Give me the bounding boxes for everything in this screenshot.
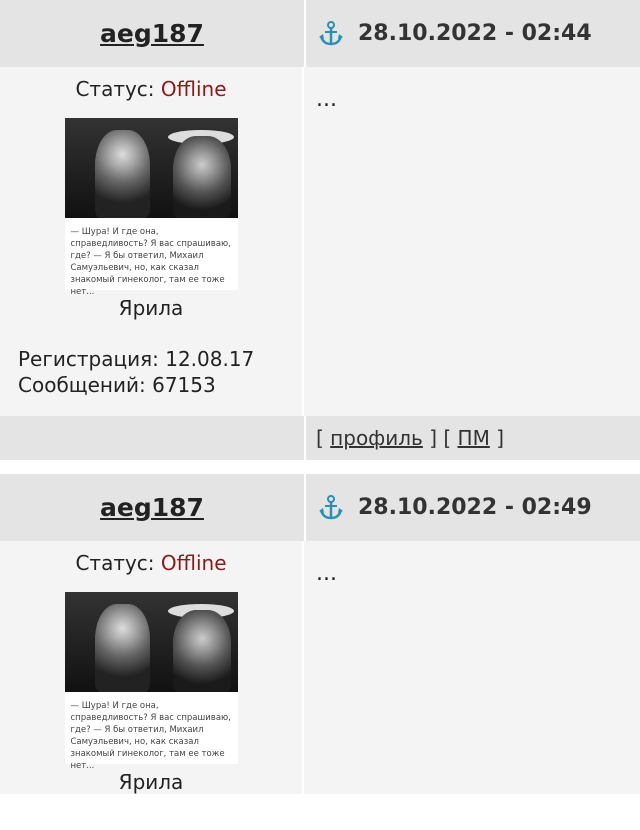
anchor-icon[interactable] <box>318 494 344 521</box>
pm-link[interactable]: ПМ <box>458 426 490 450</box>
post-date: 28.10.2022 - 02:44 <box>358 21 592 46</box>
registration-row: Регистрация: 12.08.17 <box>18 346 302 372</box>
user-status: Статус: Offline <box>18 77 302 101</box>
avatar-photo <box>64 118 238 218</box>
post-header: aeg187 28.10.2022 - 02:44 <box>0 0 640 67</box>
avatar: — Шура! И где она, справедливость? Я вас… <box>64 592 238 771</box>
post-body: Статус: Offline — Шура! И где она, справ… <box>0 67 640 416</box>
post-footer: [ профиль ] [ ПМ ] <box>0 416 640 460</box>
user-info: Статус: Offline — Шура! И где она, справ… <box>0 67 304 416</box>
registration-value: 12.08.17 <box>165 347 255 371</box>
user-info: Статус: Offline — Шура! И где она, справ… <box>0 541 304 794</box>
author-cell: aeg187 <box>0 0 306 67</box>
status-label: Статус: <box>75 551 155 575</box>
author-link[interactable]: aeg187 <box>100 493 204 522</box>
post-1: aeg187 28.10.2022 - 02:44 Статус: Offlin… <box>0 0 640 460</box>
status-value: Offline <box>160 77 227 101</box>
author-link[interactable]: aeg187 <box>100 19 204 48</box>
post-header: aeg187 28.10.2022 - 02:49 <box>0 474 640 541</box>
bracket-open: [ <box>316 426 324 450</box>
avatar: — Шура! И где она, справедливость? Я вас… <box>64 118 238 297</box>
author-cell: aeg187 <box>0 474 306 541</box>
messages-label: Сообщений: <box>18 373 146 397</box>
post-date: 28.10.2022 - 02:49 <box>358 495 592 520</box>
date-cell: 28.10.2022 - 02:44 <box>306 0 640 67</box>
messages-row: Сообщений: 67153 <box>18 372 302 398</box>
registration-label: Регистрация: <box>18 347 159 371</box>
post-content: ... <box>304 67 640 416</box>
user-status: Статус: Offline <box>18 551 302 575</box>
user-stats: Регистрация: 12.08.17 Сообщений: 67153 <box>18 346 302 416</box>
date-cell: 28.10.2022 - 02:49 <box>306 474 640 541</box>
avatar-caption: — Шура! И где она, справедливость? Я вас… <box>70 227 231 297</box>
status-label: Статус: <box>75 77 155 101</box>
anchor-icon[interactable] <box>318 20 344 47</box>
user-nick: Ярила <box>118 296 184 320</box>
bracket-mid: ] [ <box>429 426 452 450</box>
status-value: Offline <box>160 551 227 575</box>
user-nick: Ярила <box>118 770 184 794</box>
profile-link[interactable]: профиль <box>330 426 423 450</box>
avatar-caption: — Шура! И где она, справедливость? Я вас… <box>70 701 231 771</box>
post-links: [ профиль ] [ ПМ ] <box>306 416 640 460</box>
post-content: ... <box>304 541 640 794</box>
bracket-close: ] <box>496 426 505 450</box>
post-body: Статус: Offline — Шура! И где она, справ… <box>0 541 640 794</box>
avatar-photo <box>64 592 238 692</box>
post-2: aeg187 28.10.2022 - 02:49 Статус: Offlin… <box>0 474 640 794</box>
messages-value: 67153 <box>152 373 216 397</box>
